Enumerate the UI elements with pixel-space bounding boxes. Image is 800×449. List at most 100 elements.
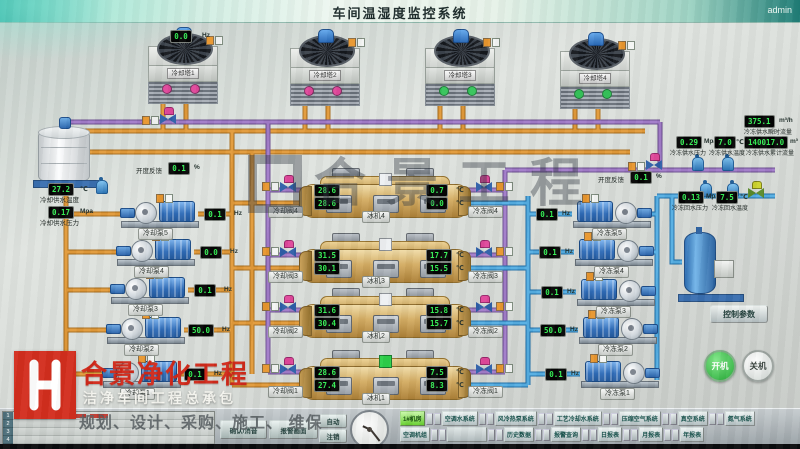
pump-inlet: [641, 286, 656, 296]
tower-valve-icon[interactable]: [439, 86, 449, 96]
cooling-pump-4[interactable]: [116, 238, 196, 264]
chiller-run-indicator: [379, 355, 392, 368]
pump-base: [121, 221, 199, 228]
pump-volute: [615, 202, 637, 224]
cooling-pump-3[interactable]: [110, 276, 190, 302]
nav-history-data[interactable]: 历史数据: [504, 427, 534, 442]
chilled-pump-1[interactable]: [580, 360, 660, 386]
tower-valve-icon[interactable]: [332, 86, 342, 96]
nav-indicator-pair: [538, 413, 553, 425]
chiller4-name: 冰机4: [362, 211, 390, 223]
nav-process-cooling-system[interactable]: 工艺冷却水系统: [554, 411, 602, 426]
start-button[interactable]: 开机: [704, 350, 736, 382]
cooling-tower-1[interactable]: 冷却塔1: [148, 46, 218, 104]
pump-base: [111, 297, 189, 304]
nav-daily-report[interactable]: 日报表: [598, 427, 622, 442]
valve-feedback-left-unit: %: [194, 164, 200, 171]
chilled-valve-4-icon[interactable]: [476, 180, 492, 192]
expansion-tank-controller: [714, 260, 734, 278]
tower-status-indicators: [618, 41, 635, 50]
cooling-tower-2[interactable]: 冷却塔2: [290, 48, 360, 106]
tower-valve-icon[interactable]: [162, 84, 172, 94]
hz-unit: Hz: [567, 288, 575, 295]
return-temp-unit: ℃: [740, 193, 748, 201]
auto-button[interactable]: 自动: [319, 414, 347, 428]
nav-ahu[interactable]: 空调机组: [400, 427, 430, 442]
stop-button[interactable]: 关机: [742, 350, 774, 382]
cooling-pump4-hz-readout: 0.0: [200, 246, 222, 259]
pump-base: [581, 381, 659, 388]
pump-volute: [135, 202, 157, 224]
chiller1-name: 冰机1: [362, 393, 390, 405]
chilled-valve-2-icon[interactable]: [476, 300, 492, 312]
temp-unit: ℃: [456, 186, 464, 194]
logout-button[interactable]: 注销: [319, 429, 347, 443]
bypass-valve-right-icon[interactable]: [646, 158, 662, 170]
tower-valve-icon[interactable]: [190, 84, 200, 94]
nav-heat-pump-system[interactable]: 风冷热泵系统: [495, 411, 537, 426]
control-params-button[interactable]: 控制参数: [710, 305, 768, 323]
pump-volute: [621, 318, 643, 340]
cooling-pump-2[interactable]: [106, 316, 186, 342]
valve-status-indicators: [262, 182, 279, 191]
chilled-pump-3[interactable]: [576, 278, 656, 304]
return-line-valve-icon[interactable]: [748, 186, 764, 198]
cooling-tower-4[interactable]: 冷却塔4: [560, 51, 630, 109]
pump-base: [573, 221, 651, 228]
tower-valve-icon[interactable]: [574, 89, 584, 99]
nav-machine-room-1[interactable]: 1#机房: [400, 411, 425, 426]
chilled-valve-3-icon[interactable]: [476, 245, 492, 257]
chilled-pump5-name: 冷冻泵5: [592, 228, 627, 240]
expansion-tank-base: [678, 294, 744, 302]
nav-monthly-report[interactable]: 月报表: [639, 427, 663, 442]
nav-button-blank[interactable]: [447, 427, 487, 442]
valve-feedback-right-readout: 0.1: [630, 171, 652, 184]
nav-indicator-pair: [426, 413, 441, 425]
chilled-pump-2[interactable]: [578, 316, 658, 342]
chilled-pump-5[interactable]: [572, 200, 652, 226]
cooling-valve-1-icon[interactable]: [280, 362, 296, 374]
cooling-water-tank[interactable]: [38, 130, 90, 182]
temp-unit: ℃: [456, 368, 464, 376]
chilled-pump3-hz-readout: 0.1: [541, 286, 563, 299]
valve-status-indicators: [496, 182, 513, 191]
clock-minute-hand: [370, 429, 380, 441]
company-logo: [14, 351, 76, 419]
chiller1-out-top-temp: 7.5: [426, 366, 448, 379]
nav-alarm-query[interactable]: 报警查询: [551, 427, 581, 442]
nav-compressed-air-system[interactable]: 压缩空气系统: [619, 411, 661, 426]
watermark-services: 规划、设计、采购、施工、 维保: [79, 409, 322, 433]
cooling-pump5-name: 冷却泵5: [138, 228, 173, 240]
tower-grill: [290, 84, 360, 106]
chilled-pump-4[interactable]: [574, 238, 654, 264]
expansion-tank[interactable]: [682, 228, 742, 300]
cooling-supply-temp-unit: ℃: [80, 185, 88, 193]
chiller2-name: 冰机2: [362, 331, 390, 343]
nav-ac-water-system[interactable]: 空调水系统: [442, 411, 478, 426]
pump-base: [575, 259, 653, 266]
nav-yearly-report[interactable]: 年报表: [680, 427, 704, 442]
cooling-valve-3-icon[interactable]: [280, 245, 296, 257]
cooling-pump-5[interactable]: [120, 200, 200, 226]
tower-valve-icon[interactable]: [602, 89, 612, 99]
cooling-valve-2-icon[interactable]: [280, 300, 296, 312]
hz-unit: Hz: [565, 248, 573, 255]
pump-inlet: [116, 246, 131, 256]
bypass-valve-left-icon[interactable]: [160, 112, 176, 124]
pump-status-indicators: [156, 194, 173, 203]
alarm-row-number: 2: [3, 420, 13, 428]
alarm-row[interactable]: 4: [3, 436, 214, 444]
nav-vacuum-system[interactable]: 真空系统: [678, 411, 708, 426]
cooling-valve-4-icon[interactable]: [280, 180, 296, 192]
valve-feedback-right-label: 开度反馈: [598, 174, 624, 184]
cooling-supply-press-unit: Mpa: [80, 208, 93, 215]
tower-valve-icon[interactable]: [304, 86, 314, 96]
valve-status-indicators: [262, 302, 279, 311]
tower-status-indicators: [483, 38, 500, 47]
chilled-valve-1-label: 冷冻阀1: [468, 386, 503, 398]
cooling-tower-3[interactable]: 冷却塔3: [425, 48, 495, 106]
chilled-valve-1-icon[interactable]: [476, 362, 492, 374]
nav-nitrogen-system[interactable]: 氮气系统: [725, 411, 755, 426]
tower-valve-icon[interactable]: [467, 86, 477, 96]
alarm-row-number: 3: [3, 428, 13, 436]
